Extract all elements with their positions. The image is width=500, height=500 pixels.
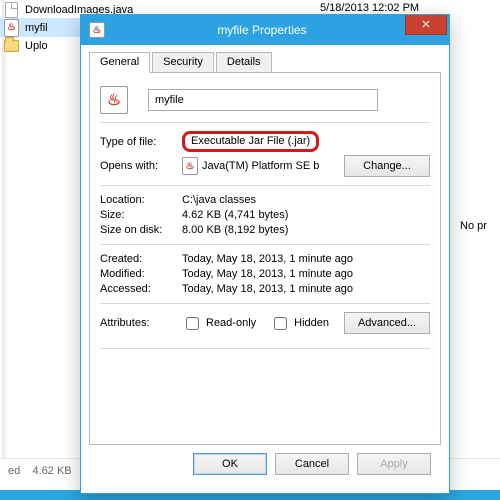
folder-icon <box>4 38 19 53</box>
file-name: myfil <box>25 22 48 34</box>
file-type-icon: ♨ <box>100 86 128 114</box>
hidden-text: Hidden <box>294 317 329 329</box>
hidden-checkbox[interactable] <box>274 317 287 330</box>
divider <box>100 185 430 186</box>
label-accessed: Accessed: <box>100 283 182 295</box>
ok-button[interactable]: OK <box>193 453 267 475</box>
tab-security[interactable]: Security <box>152 52 214 73</box>
change-button[interactable]: Change... <box>344 155 430 177</box>
explorer-left-divider <box>2 0 8 458</box>
label-modified: Modified: <box>100 268 182 280</box>
tab-general[interactable]: General <box>89 52 150 73</box>
titlebar[interactable]: ♨ myfile Properties ✕ <box>81 15 449 45</box>
status-size: 4.62 KB <box>32 465 71 477</box>
label-size: Size: <box>100 209 182 221</box>
jar-icon: ♨ <box>4 20 19 35</box>
label-opens: Opens with: <box>100 160 182 172</box>
opens-value: Java(TM) Platform SE b <box>202 160 344 172</box>
size-value: 4.62 KB (4,741 bytes) <box>182 209 430 221</box>
type-value-highlight: Executable Jar File (.jar) <box>182 131 319 152</box>
java-platform-icon: ♨ <box>182 158 198 174</box>
modified-value: Today, May 18, 2013, 1 minute ago <box>182 268 430 280</box>
window-title: myfile Properties <box>105 23 449 37</box>
close-icon: ✕ <box>421 18 430 31</box>
hidden-checkbox-label[interactable]: Hidden <box>270 314 329 333</box>
readonly-checkbox[interactable] <box>186 317 199 330</box>
ondisk-value: 8.00 KB (8,192 bytes) <box>182 224 430 236</box>
divider <box>100 348 430 349</box>
label-attributes: Attributes: <box>100 317 182 329</box>
label-ondisk: Size on disk: <box>100 224 182 236</box>
preview-pane-text: No pr <box>460 220 500 232</box>
created-value: Today, May 18, 2013, 1 minute ago <box>182 253 430 265</box>
accessed-value: Today, May 18, 2013, 1 minute ago <box>182 283 430 295</box>
status-prefix: ed <box>8 465 20 477</box>
file-icon <box>4 2 19 17</box>
file-name: Uplo <box>25 40 48 52</box>
divider <box>100 303 430 304</box>
file-date: 5/18/2013 12:02 PM <box>320 2 419 14</box>
tab-panel-general: ♨ Type of file: Executable Jar File (.ja… <box>89 72 441 445</box>
label-location: Location: <box>100 194 182 206</box>
readonly-text: Read-only <box>206 317 256 329</box>
cancel-button[interactable]: Cancel <box>275 453 349 475</box>
apply-button[interactable]: Apply <box>357 453 431 475</box>
dialog-footer: OK Cancel Apply <box>89 445 441 485</box>
tab-details[interactable]: Details <box>216 52 272 73</box>
divider <box>100 244 430 245</box>
divider <box>100 122 430 123</box>
readonly-checkbox-label[interactable]: Read-only <box>182 314 256 333</box>
type-value: Executable Jar File (.jar) <box>191 135 310 147</box>
properties-dialog: ♨ myfile Properties ✕ General Security D… <box>80 14 450 494</box>
label-created: Created: <box>100 253 182 265</box>
titlebar-icon: ♨ <box>89 22 105 38</box>
filename-input[interactable] <box>148 89 378 111</box>
advanced-button[interactable]: Advanced... <box>344 312 430 334</box>
location-value: C:\java classes <box>182 194 430 206</box>
close-button[interactable]: ✕ <box>405 15 447 35</box>
label-type: Type of file: <box>100 136 182 148</box>
